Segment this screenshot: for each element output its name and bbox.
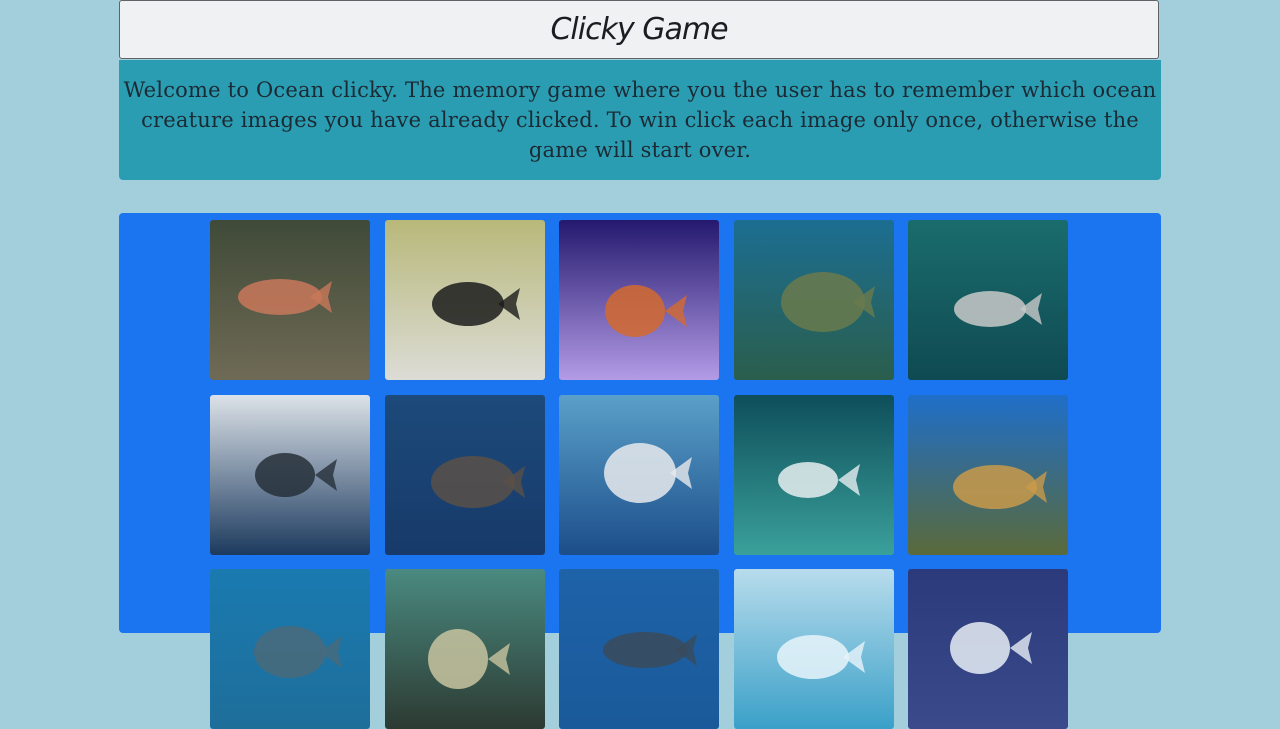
ocean-image-deep-blue[interactable] [559, 569, 719, 729]
deep-blue-creature [603, 632, 687, 668]
instructions-banner: Welcome to Ocean clicky. The memory game… [119, 60, 1161, 180]
ocean-image-sunrays-water[interactable] [733, 569, 894, 729]
seahorse-photo [559, 220, 719, 380]
image-grid [210, 220, 1068, 729]
banded-eel-creature [431, 282, 504, 326]
beluga-whale-photo [733, 394, 894, 555]
goblin-shark-creature [954, 291, 1026, 327]
great-white-shark-photo [559, 394, 719, 555]
marlin-jumping-creature [255, 452, 315, 497]
welcome-text: Welcome to Ocean clicky. The memory game… [123, 78, 1157, 162]
sea-turtle-reef-photo [733, 220, 894, 380]
swordfish-creature [950, 622, 1010, 674]
game-title: Clicky Game [550, 12, 728, 47]
ocean-image-reef-fish[interactable] [384, 569, 545, 729]
navbar: Clicky Game [119, 0, 1159, 59]
sea-turtle-coral-creature [953, 464, 1037, 509]
lionfish-photo [210, 220, 370, 380]
sea-turtle-coral-photo [908, 394, 1068, 555]
shark-deep-creature [254, 626, 326, 678]
goblin-shark-photo [908, 220, 1068, 380]
banded-eel-photo [384, 220, 545, 380]
ocean-image-sea-turtle-reef[interactable] [733, 220, 894, 380]
reef-fish-creature [427, 629, 488, 689]
beluga-whale-creature [777, 461, 838, 498]
sunrays-water-creature [776, 635, 849, 679]
great-white-shark-creature [604, 442, 676, 503]
ocean-image-lionfish[interactable] [210, 220, 370, 380]
game-board [119, 213, 1161, 729]
reef-fish-photo [384, 569, 545, 729]
ocean-image-great-white-shark[interactable] [559, 394, 719, 555]
ocean-image-banded-eel[interactable] [384, 220, 545, 380]
ocean-image-sperm-whale[interactable] [384, 394, 545, 555]
marlin-jumping-photo [210, 394, 370, 555]
ocean-image-shark-deep[interactable] [210, 569, 370, 729]
sperm-whale-creature [430, 455, 515, 508]
lionfish-creature [238, 279, 322, 315]
deep-blue-photo [559, 569, 719, 729]
ocean-image-seahorse[interactable] [559, 220, 719, 380]
swordfish-photo [908, 569, 1068, 729]
seahorse-creature [605, 285, 665, 337]
ocean-image-swordfish[interactable] [908, 569, 1068, 729]
ocean-image-marlin-jumping[interactable] [210, 394, 370, 555]
ocean-image-sea-turtle-coral[interactable] [908, 394, 1068, 555]
sperm-whale-photo [384, 394, 545, 555]
ocean-image-goblin-shark[interactable] [908, 220, 1068, 380]
sunrays-water-photo [733, 569, 894, 729]
sea-turtle-reef-creature [780, 272, 865, 332]
ocean-image-beluga-whale[interactable] [733, 394, 894, 555]
shark-deep-photo [210, 569, 370, 729]
